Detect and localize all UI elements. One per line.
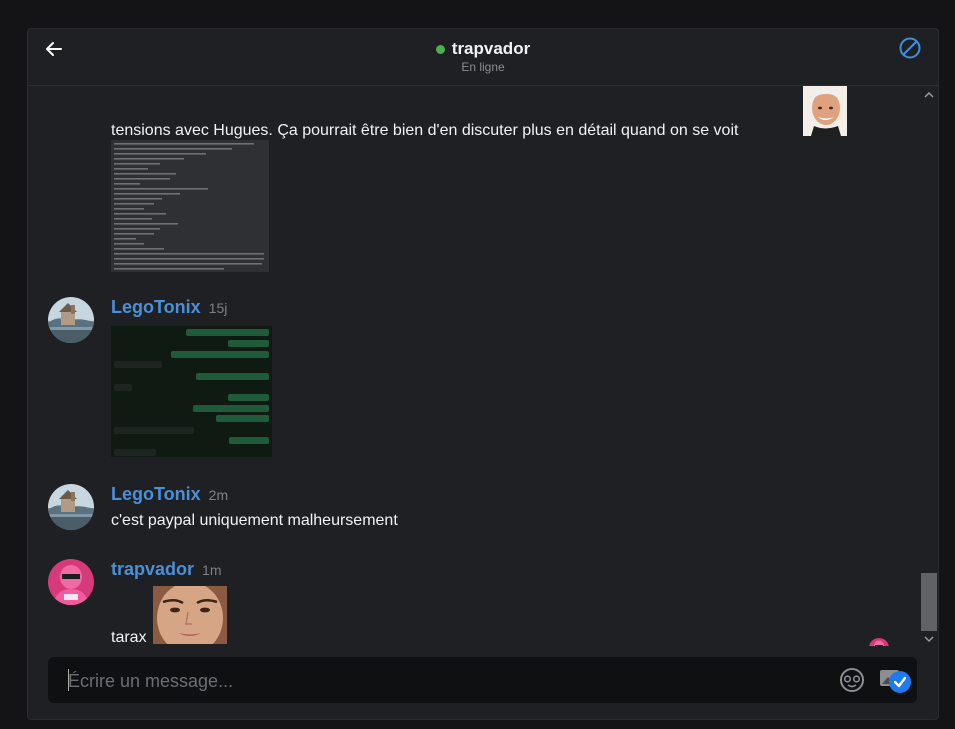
avatar[interactable] <box>48 559 94 605</box>
message-image-attachment[interactable] <box>111 326 272 457</box>
message-header: LegoTonix 2m <box>111 484 228 505</box>
message-header: trapvador 1m <box>111 559 221 580</box>
scroll-down-button[interactable] <box>923 632 935 644</box>
scrollbar-thumb[interactable] <box>921 573 937 631</box>
read-receipt-avatar <box>869 638 889 646</box>
read-receipt-avatar <box>803 86 847 136</box>
online-status-dot <box>435 44 445 54</box>
message-scrollbar[interactable] <box>920 86 938 646</box>
message-author[interactable]: trapvador <box>111 559 194 580</box>
chat-window: trapvador En ligne tensions avec Hugues.… <box>27 28 939 720</box>
message-list[interactable]: tensions avec Hugues. Ça pourrait être b… <box>28 86 920 646</box>
message-time: 15j <box>208 300 228 316</box>
block-user-button[interactable] <box>898 36 922 60</box>
image-upload-icon <box>880 670 911 693</box>
message-header: LegoTonix 15j <box>111 297 227 318</box>
message-image-attachment[interactable] <box>153 586 227 644</box>
text-caret <box>68 669 69 691</box>
emoji-button[interactable] <box>839 667 865 693</box>
message-input[interactable] <box>66 657 810 705</box>
message-author[interactable]: LegoTonix <box>111 297 201 318</box>
message-author[interactable]: LegoTonix <box>111 484 201 505</box>
conversation-title: trapvador <box>451 39 531 58</box>
message-image-attachment[interactable] <box>111 140 269 272</box>
conversation-title-block: trapvador En ligne <box>28 39 938 74</box>
message-composer <box>48 657 917 705</box>
message-time: 2m <box>208 487 229 503</box>
block-icon <box>899 37 921 59</box>
chevron-up-icon <box>924 91 934 98</box>
chat-header: trapvador En ligne <box>28 29 938 86</box>
message-text: tensions avec Hugues. Ça pourrait être b… <box>111 122 739 139</box>
online-status-text: En ligne <box>461 60 505 74</box>
message-text: tarax <box>111 629 147 646</box>
message-time: 1m <box>202 562 222 578</box>
emoji-icon <box>840 668 864 692</box>
scroll-up-button[interactable] <box>923 88 935 100</box>
avatar[interactable] <box>48 484 94 530</box>
message-text: c'est paypal uniquement malheursement <box>111 512 398 529</box>
image-upload-button[interactable] <box>879 667 913 695</box>
avatar[interactable] <box>48 297 94 343</box>
chevron-down-icon <box>924 636 934 643</box>
